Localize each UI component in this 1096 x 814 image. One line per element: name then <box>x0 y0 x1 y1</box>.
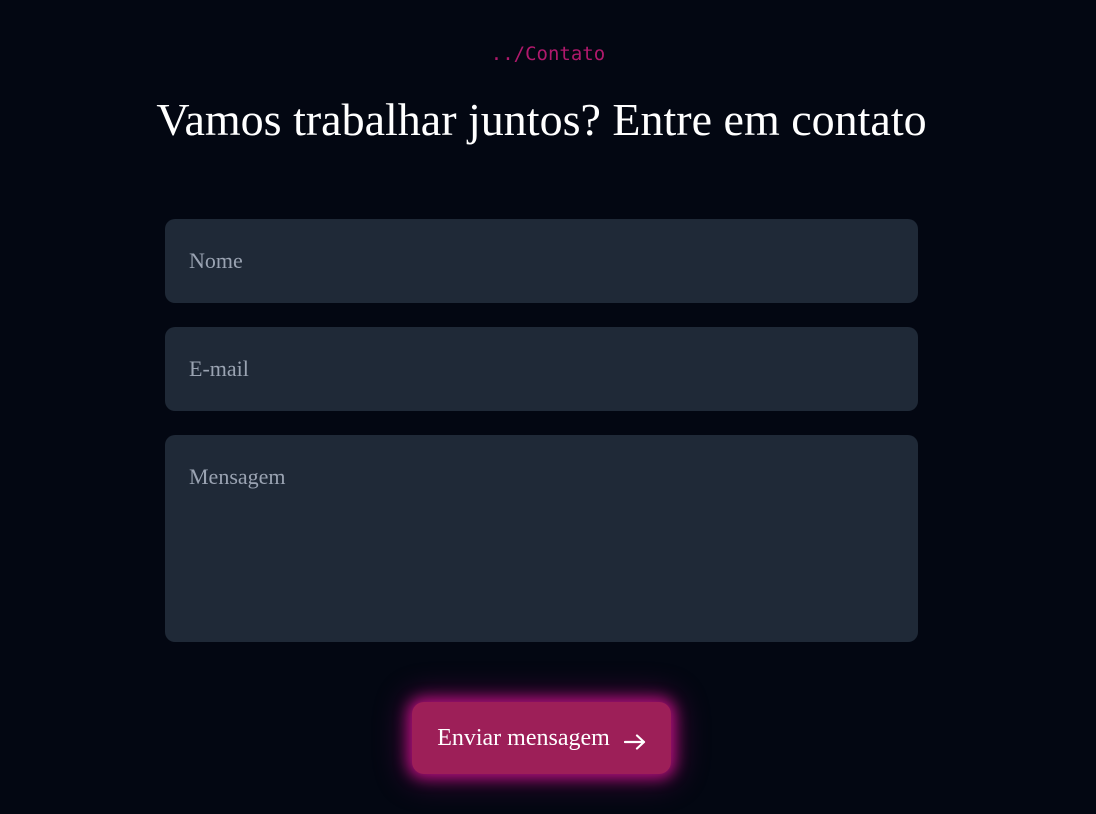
submit-button-label: Enviar mensagem <box>437 724 610 751</box>
page-title: Vamos trabalhar juntos? Entre em contato <box>156 94 927 145</box>
arrow-right-icon <box>623 730 646 750</box>
message-textarea[interactable] <box>165 435 918 642</box>
name-input[interactable] <box>165 219 918 303</box>
submit-button[interactable]: Enviar mensagem <box>412 702 671 774</box>
email-input[interactable] <box>165 327 918 411</box>
section-tag: ../Contato <box>490 43 606 65</box>
